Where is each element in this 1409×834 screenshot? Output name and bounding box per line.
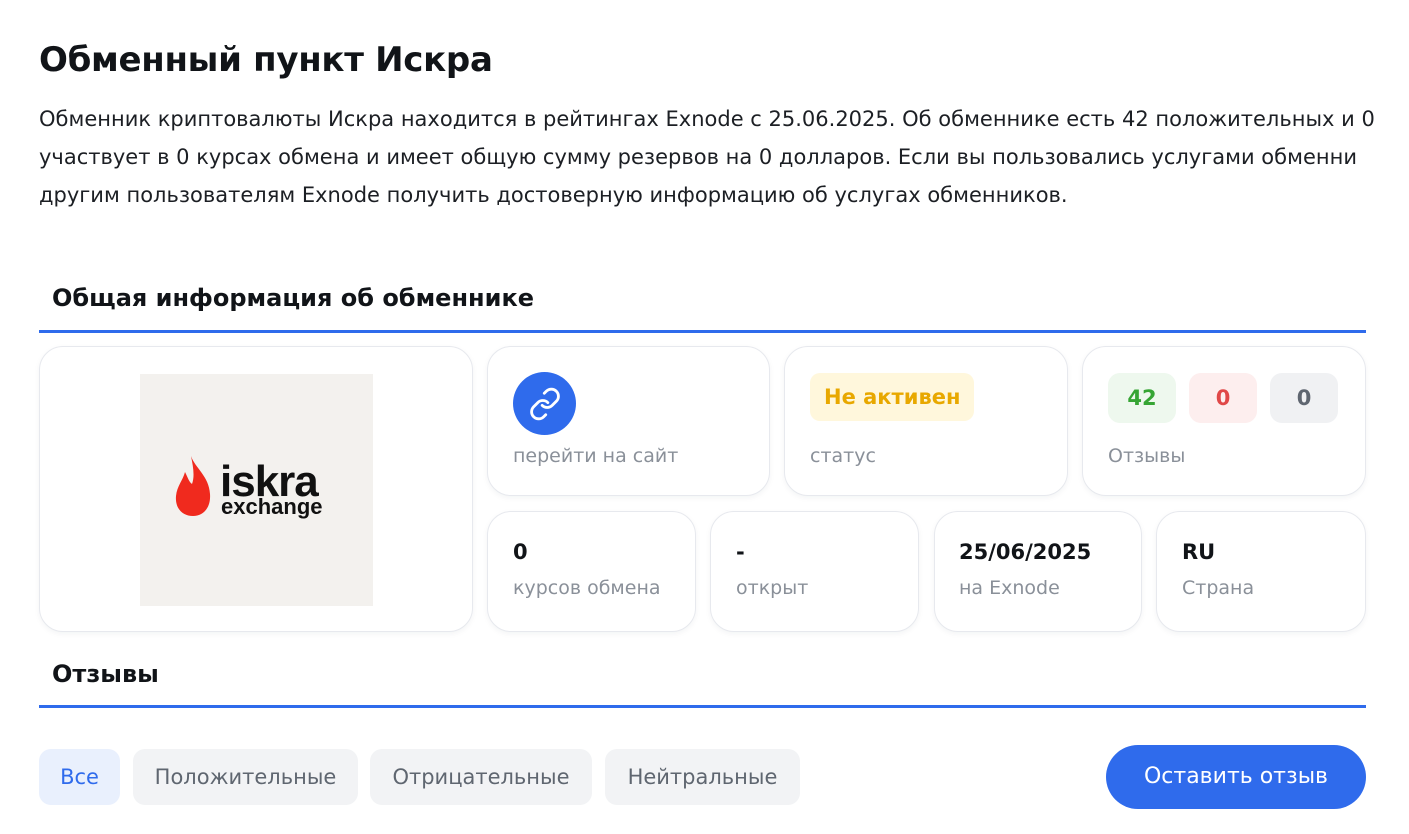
reviews-label: Отзывы [1108,445,1186,467]
site-link-card[interactable]: перейти на сайт [487,346,770,496]
filter-neutral-button[interactable]: Нейтральные [605,749,800,805]
stat-value: - [736,540,745,564]
filter-positive-button[interactable]: Положительные [133,749,358,805]
positive-count-badge: 42 [1108,373,1176,423]
stat-value: 0 [513,540,528,564]
stat-label: открыт [736,577,809,599]
stat-value: RU [1182,540,1216,564]
status-card: Не активен статус [784,346,1068,496]
stat-label: курсов обмена [513,577,661,599]
general-info-divider [39,330,1366,333]
general-info-title: Общая информация об обменнике [52,284,535,312]
neutral-count-badge: 0 [1270,373,1338,423]
reviews-divider [39,705,1366,708]
exchanger-logo-card: iskra exchange [39,346,473,632]
flame-icon [175,456,211,516]
stat-label: Страна [1182,577,1255,599]
leave-review-button[interactable]: Оставить отзыв [1106,745,1366,809]
stat-card-opened: - открыт [710,511,919,632]
intro-text: Обменник криптовалюты Искра находится в … [39,100,1409,214]
reviews-section-title: Отзывы [52,660,159,688]
logo-subtitle: exchange [221,494,323,519]
exchanger-logo: iskra exchange [140,374,373,606]
stat-card-on-exnode: 25/06/2025 на Exnode [934,511,1142,632]
filter-negative-button[interactable]: Отрицательные [370,749,592,805]
stat-card-country: RU Страна [1156,511,1366,632]
intro-line: Обменник криптовалюты Искра находится в … [39,107,1375,131]
intro-line: другим пользователям Exnode получить дос… [39,183,1068,207]
reviews-summary-card: 42 0 0 Отзывы [1082,346,1366,496]
site-link-label[interactable]: перейти на сайт [513,445,678,467]
status-badge: Не активен [810,373,975,421]
link-icon[interactable] [513,372,576,435]
status-label: статус [810,445,876,467]
stat-card-rates: 0 курсов обмена [487,511,696,632]
filter-all-button[interactable]: Все [39,749,120,805]
page-title: Обменный пункт Искра [39,40,493,80]
intro-line: участвует в 0 курсах обмена и имеет общу… [39,145,1357,169]
negative-count-badge: 0 [1189,373,1257,423]
stat-label: на Exnode [959,577,1060,599]
stat-value: 25/06/2025 [959,540,1092,564]
